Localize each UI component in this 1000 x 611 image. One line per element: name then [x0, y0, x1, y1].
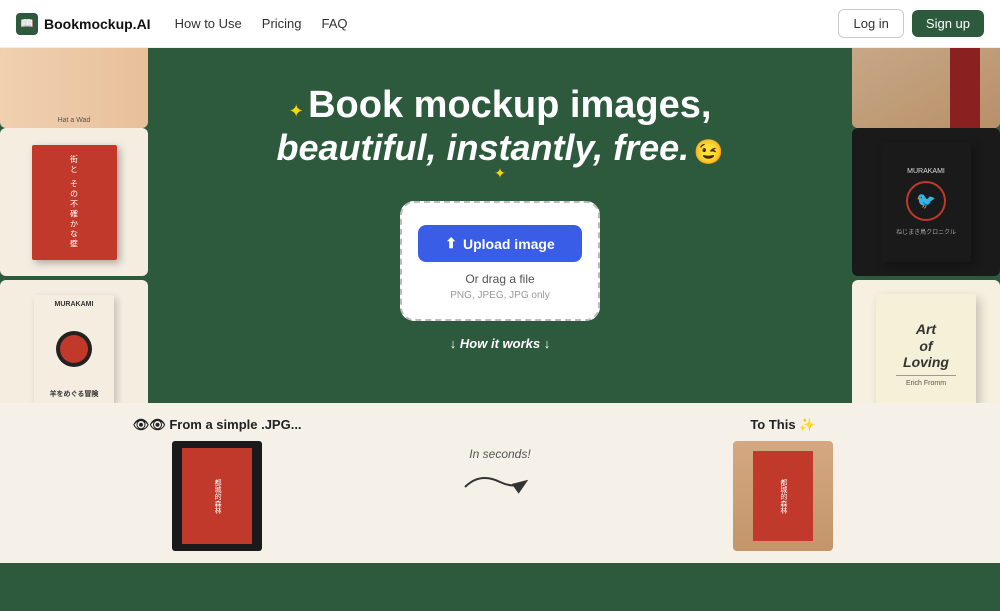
hero-title-line1: ✦ Book mockup images,	[0, 84, 1000, 127]
logo-text: Bookmockup.AI	[44, 16, 151, 32]
arrow-section: In seconds!	[374, 417, 625, 497]
sparkle-icon: ✦	[494, 165, 506, 181]
hero-title-text: Book mockup images,	[308, 84, 711, 126]
nav-link-how-to-use[interactable]: How to Use	[175, 16, 242, 31]
formats-text: PNG, JPEG, JPG only	[418, 290, 582, 301]
arrow-icon	[460, 467, 540, 497]
upload-button-label: Upload image	[463, 236, 555, 252]
logo[interactable]: 📖 Bookmockup.AI	[16, 13, 151, 35]
hero-title-line2: beautiful, instantly, free. 😉	[0, 127, 1000, 169]
from-section: 👁👁 From a simple .JPG... 都城的森林	[60, 417, 374, 551]
to-section: To This ✨ 都城的森林	[626, 417, 940, 551]
logo-icon: 📖	[16, 13, 38, 35]
nav-link-pricing[interactable]: Pricing	[262, 16, 302, 31]
nav-links: How to Use Pricing FAQ	[175, 16, 839, 31]
nav-actions: Log in Sign up	[838, 9, 984, 38]
nav-link-faq[interactable]: FAQ	[322, 16, 348, 31]
navbar: 📖 Bookmockup.AI How to Use Pricing FAQ L…	[0, 0, 1000, 48]
how-it-works-anchor[interactable]: ↓ How it works ↓	[450, 336, 550, 351]
to-label: To This ✨	[750, 417, 815, 433]
to-book: 都城的森林	[733, 441, 833, 551]
in-seconds-text: In seconds!	[469, 447, 530, 461]
hero-subtitle-text: beautiful, instantly, free.	[276, 127, 689, 168]
signup-button[interactable]: Sign up	[912, 10, 984, 37]
upload-icon: ⬆	[445, 235, 457, 252]
login-button[interactable]: Log in	[838, 9, 903, 38]
star-icon-left: ✦	[289, 101, 304, 121]
wink-emoji: 😉	[694, 139, 724, 166]
upload-button[interactable]: ⬆ Upload image	[418, 225, 582, 262]
from-label: 👁👁 From a simple .JPG...	[133, 417, 302, 433]
main-content: Hat a Wad 街と その不確かな壁 MURAKAMI 羊をめぐる冒険 MU…	[0, 48, 1000, 563]
bottom-section: 👁👁 From a simple .JPG... 都城的森林 In second…	[0, 403, 1000, 563]
how-it-works-link[interactable]: ↓ How it works ↓	[0, 335, 1000, 353]
from-book: 都城的森林	[172, 441, 262, 551]
hero-section: ✦ Book mockup images, beautiful, instant…	[0, 48, 1000, 353]
upload-box: ⬆ Upload image Or drag a file PNG, JPEG,…	[400, 201, 600, 321]
drag-text: Or drag a file	[418, 272, 582, 286]
